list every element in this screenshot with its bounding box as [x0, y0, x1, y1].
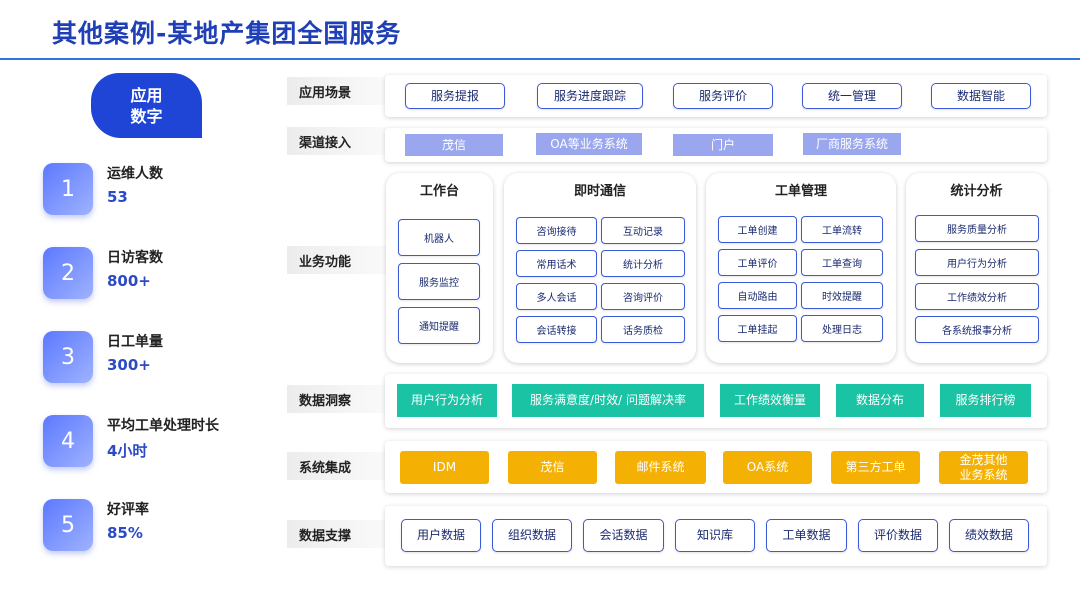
support-item: 会话数据: [583, 519, 664, 552]
integration-item-jinmao: 金茂其他 业务系统: [939, 451, 1028, 484]
page-title: 其他案例-某地产集团全国服务: [52, 19, 402, 48]
metric-label: 好评率: [107, 502, 149, 518]
function-item: 咨询接待: [516, 217, 597, 244]
card-ticket: 工单管理 工单创建 工单流转 工单评价 工单查询 自动路由 时效提醒 工单挂起 …: [706, 173, 896, 363]
row-label-channels: 渠道接入: [287, 127, 387, 155]
metric-number: 2: [43, 247, 93, 299]
function-item: 各系统报事分析: [915, 316, 1039, 343]
function-item: 工单查询: [801, 249, 883, 276]
integration-item: 邮件系统: [615, 451, 706, 484]
function-item: 工单评价: [718, 249, 797, 276]
function-item: 服务质量分析: [915, 215, 1039, 242]
integration-item-line2: 业务系统: [959, 467, 1008, 482]
metric-item: 4 平均工单处理时长 4小时: [43, 415, 253, 469]
integration-item-line1: 金茂其他: [959, 452, 1008, 467]
integration-item: 第三方工单: [831, 451, 920, 484]
function-item: 工单创建: [718, 216, 797, 243]
card-title: 工作台: [419, 184, 459, 199]
channel-item: 茂信: [405, 134, 503, 156]
function-item: 处理日志: [801, 315, 883, 342]
metric-item: 1 运维人数 53: [43, 163, 253, 217]
metric-number: 4: [43, 415, 93, 467]
metric-label: 日工单量: [107, 334, 163, 350]
support-item: 绩效数据: [949, 519, 1029, 552]
metric-number: 1: [43, 163, 93, 215]
integration-item: OA系统: [723, 451, 812, 484]
support-item: 知识库: [675, 519, 755, 552]
function-item: 话务质检: [601, 316, 685, 343]
metric-number: 3: [43, 331, 93, 383]
function-item: 会话转接: [516, 316, 597, 343]
function-item: 咨询评价: [601, 283, 685, 310]
function-item: 工单挂起: [718, 315, 797, 342]
function-item: 时效提醒: [801, 282, 883, 309]
row-label-integration: 系统集成: [287, 452, 387, 480]
row-label-support: 数据支撑: [287, 520, 387, 548]
metric-label: 平均工单处理时长: [107, 418, 219, 434]
metric-label: 日访客数: [107, 250, 163, 266]
support-item: 用户数据: [401, 519, 481, 552]
function-item: 常用话术: [516, 250, 597, 277]
scene-item: 服务评价: [673, 83, 773, 109]
metrics-badge: 应用 数字: [91, 73, 202, 138]
metric-label: 运维人数: [107, 166, 163, 182]
metric-number: 5: [43, 499, 93, 551]
channel-item: 门户: [673, 134, 773, 156]
metric-item: 3 日工单量 300+: [43, 331, 253, 385]
card-title: 即时通信: [573, 184, 626, 199]
metrics-badge-line2: 数字: [130, 106, 163, 126]
integration-item: IDM: [400, 451, 489, 484]
row-label-scenes: 应用场景: [287, 77, 387, 105]
metric-value: 4小时: [107, 442, 148, 460]
insight-item: 服务满意度/时效/ 问题解决率: [512, 384, 704, 417]
card-stats: 统计分析 服务质量分析 用户行为分析 工作绩效分析 各系统报事分析: [906, 173, 1047, 363]
scene-item: 统一管理: [802, 83, 902, 109]
function-item: 自动路由: [718, 282, 797, 309]
row-label-insight: 数据洞察: [287, 385, 387, 413]
card-title: 统计分析: [950, 184, 1003, 199]
integration-item: 茂信: [508, 451, 597, 484]
metric-value: 53: [107, 188, 128, 206]
insight-item: 数据分布: [836, 384, 924, 417]
insight-item: 工作绩效衡量: [720, 384, 820, 417]
card-im: 即时通信 咨询接待 互动记录 常用话术 统计分析 多人会话 咨询评价 会话转接 …: [504, 173, 696, 363]
support-item: 评价数据: [858, 519, 938, 552]
function-item: 工作绩效分析: [915, 283, 1039, 310]
function-item: 统计分析: [601, 250, 685, 277]
function-item: 机器人: [398, 219, 480, 256]
support-item: 组织数据: [492, 519, 572, 552]
title-divider: [0, 58, 1080, 60]
function-item: 互动记录: [601, 217, 685, 244]
function-item: 多人会话: [516, 283, 597, 310]
metric-item: 2 日访客数 800+: [43, 247, 253, 301]
row-label-business: 业务功能: [287, 246, 387, 274]
metric-item: 5 好评率 85%: [43, 499, 253, 553]
support-item: 工单数据: [766, 519, 847, 552]
insight-item: 服务排行榜: [940, 384, 1031, 417]
metric-value: 85%: [107, 524, 143, 542]
card-workbench: 工作台 机器人 服务监控 通知提醒: [386, 173, 493, 363]
metric-value: 800+: [107, 272, 151, 290]
metrics-badge-line1: 应用: [130, 85, 163, 105]
metric-value: 300+: [107, 356, 151, 374]
channel-item: OA等业务系统: [536, 133, 642, 155]
card-title: 工单管理: [774, 184, 827, 199]
function-item: 用户行为分析: [915, 249, 1039, 276]
scene-item: 数据智能: [931, 83, 1031, 109]
function-item: 通知提醒: [398, 307, 480, 344]
function-item: 工单流转: [801, 216, 883, 243]
insight-item: 用户行为分析: [397, 384, 497, 417]
function-item: 服务监控: [398, 263, 480, 300]
channel-item: 厂商服务系统: [803, 133, 901, 155]
scene-item: 服务提报: [405, 83, 505, 109]
scene-item: 服务进度跟踪: [537, 83, 643, 109]
